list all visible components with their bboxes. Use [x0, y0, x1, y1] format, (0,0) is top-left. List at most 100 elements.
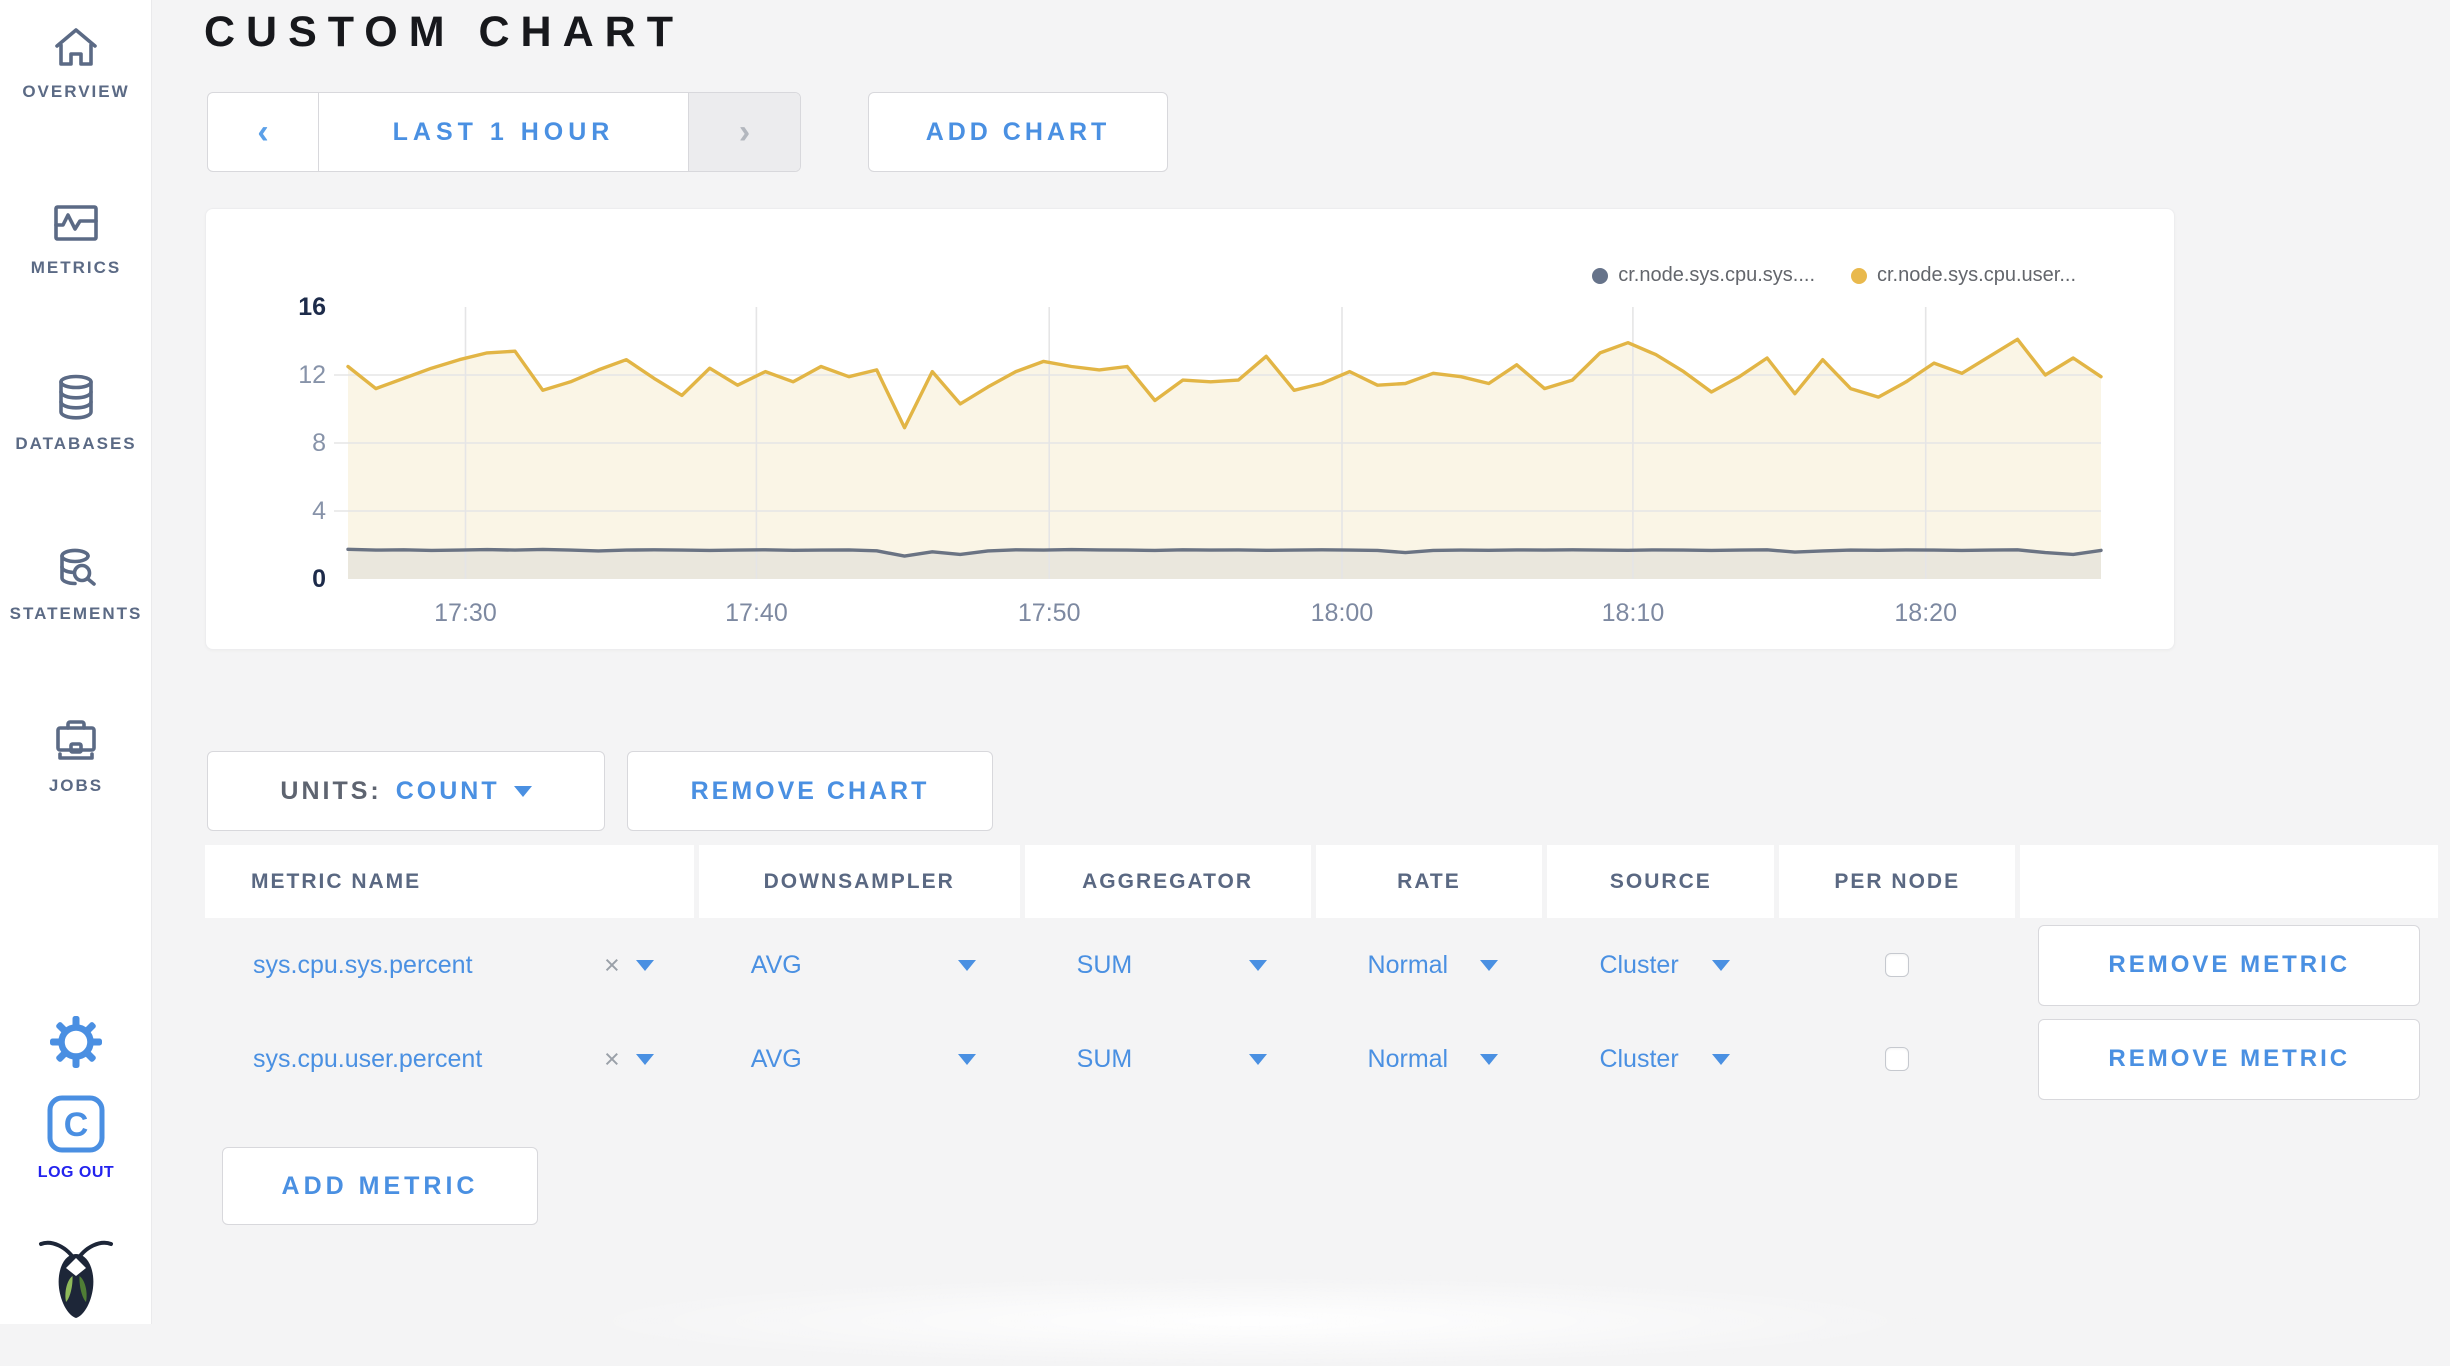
per-node-checkbox[interactable] — [1885, 953, 1910, 977]
metric-name-dropdown[interactable]: sys.cpu.user.percent × — [205, 1044, 694, 1075]
metrics-icon — [0, 198, 152, 248]
svg-text:18:20: 18:20 — [1894, 599, 1957, 627]
logout-c-icon: C — [0, 1092, 152, 1156]
add-metric-button[interactable]: ADD METRIC — [222, 1147, 538, 1225]
time-range-next-button[interactable]: › — [688, 93, 800, 171]
per-node-cell — [1779, 953, 2015, 977]
sidebar-item-logout[interactable]: C LOG OUT — [0, 1092, 152, 1182]
svg-text:4: 4 — [312, 497, 326, 525]
metric-name-value: sys.cpu.user.percent — [253, 1044, 483, 1073]
svg-text:17:30: 17:30 — [434, 599, 497, 627]
sidebar-item-label: JOBS — [48, 776, 104, 795]
actions-cell: REMOVE METRIC — [2020, 924, 2438, 1006]
remove-metric-button[interactable]: REMOVE METRIC — [2038, 1018, 2421, 1100]
units-dropdown[interactable]: UNITS: COUNT — [207, 751, 605, 831]
chevron-down-icon — [1480, 959, 1499, 971]
svg-text:18:00: 18:00 — [1311, 599, 1374, 627]
column-header-actions — [2020, 845, 2438, 918]
downsampler-dropdown[interactable]: AVG — [699, 1045, 1020, 1074]
sidebar-item-label: STATEMENTS — [9, 604, 143, 623]
column-header-downsampler: DOWNSAMPLER — [698, 845, 1020, 918]
column-header-source: SOURCE — [1547, 845, 1775, 918]
sidebar-item-statements[interactable]: STATEMENTS — [0, 542, 152, 624]
custom-chart-page: OVERVIEW METRICS DATABASES STATEMENTS JO… — [0, 0, 2450, 1366]
add-chart-button[interactable]: ADD CHART — [868, 92, 1168, 172]
remove-metric-button[interactable]: REMOVE METRIC — [2038, 924, 2421, 1006]
cockroach-logo[interactable] — [0, 1232, 152, 1320]
clear-metric-icon[interactable]: × — [604, 1044, 620, 1075]
per-node-cell — [1779, 1047, 2015, 1071]
downsampler-value: AVG — [750, 950, 802, 979]
sidebar-item-metrics[interactable]: METRICS — [0, 198, 152, 278]
svg-text:C: C — [64, 1106, 89, 1144]
aggregator-value: SUM — [1076, 1044, 1133, 1073]
databases-icon — [0, 372, 152, 424]
rate-value: Normal — [1367, 950, 1449, 979]
column-header-rate: RATE — [1315, 845, 1543, 918]
rate-value: Normal — [1367, 1044, 1449, 1073]
column-header-metric-name: METRIC NAME — [205, 845, 694, 918]
downsampler-dropdown[interactable]: AVG — [699, 951, 1020, 980]
chart-card: cr.node.sys.cpu.sys.... cr.node.sys.cpu.… — [205, 208, 2175, 650]
home-icon — [0, 22, 152, 72]
time-range-label[interactable]: LAST 1 HOUR — [319, 93, 688, 171]
time-range-prev-button[interactable]: ‹ — [208, 93, 319, 171]
units-label: UNITS: — [280, 776, 382, 805]
sidebar: OVERVIEW METRICS DATABASES STATEMENTS JO… — [0, 0, 152, 1324]
source-dropdown[interactable]: Cluster — [1547, 1045, 1774, 1074]
per-node-checkbox[interactable] — [1885, 1047, 1910, 1071]
svg-text:8: 8 — [312, 429, 326, 457]
column-header-per-node: PER NODE — [1779, 845, 2016, 918]
aggregator-dropdown[interactable]: SUM — [1025, 951, 1311, 980]
table-row: sys.cpu.user.percent × AVG SUM Normal Cl… — [205, 1012, 2438, 1106]
clear-metric-icon[interactable]: × — [604, 950, 620, 981]
source-value: Cluster — [1599, 950, 1679, 979]
source-dropdown[interactable]: Cluster — [1547, 951, 1774, 980]
statements-icon — [0, 542, 152, 594]
chevron-down-icon — [1480, 1053, 1499, 1065]
rate-dropdown[interactable]: Normal — [1316, 951, 1543, 980]
page-title: CUSTOM CHART — [204, 8, 684, 56]
metrics-table-header: METRIC NAME DOWNSAMPLER AGGREGATOR RATE … — [205, 845, 2438, 918]
remove-chart-button[interactable]: REMOVE CHART — [627, 751, 993, 831]
chevron-down-icon — [957, 1053, 976, 1065]
source-value: Cluster — [1599, 1044, 1679, 1073]
metrics-table: METRIC NAME DOWNSAMPLER AGGREGATOR RATE … — [205, 845, 2438, 1106]
rate-dropdown[interactable]: Normal — [1316, 1045, 1543, 1074]
chevron-right-icon: › — [738, 113, 751, 151]
downsampler-value: AVG — [750, 1044, 802, 1073]
chevron-down-icon — [635, 959, 654, 971]
sidebar-item-settings[interactable] — [0, 1014, 152, 1070]
chevron-down-icon — [1248, 1053, 1267, 1065]
svg-text:18:10: 18:10 — [1602, 599, 1665, 627]
actions-cell: REMOVE METRIC — [2020, 1018, 2438, 1100]
chevron-down-icon — [1712, 959, 1731, 971]
jobs-icon — [0, 714, 152, 766]
chevron-left-icon: ‹ — [257, 113, 269, 151]
sidebar-item-jobs[interactable]: JOBS — [0, 714, 152, 796]
svg-text:16: 16 — [298, 293, 326, 321]
svg-text:0: 0 — [312, 565, 326, 593]
sidebar-item-label: OVERVIEW — [22, 82, 130, 101]
logout-label: LOG OUT — [37, 1164, 115, 1181]
sidebar-item-overview[interactable]: OVERVIEW — [0, 22, 152, 102]
column-header-aggregator: AGGREGATOR — [1024, 845, 1311, 918]
sidebar-item-label: DATABASES — [15, 434, 137, 453]
chevron-down-icon — [1248, 959, 1267, 971]
bottom-scroll-shadow — [560, 1276, 1940, 1366]
chevron-down-icon — [1712, 1053, 1731, 1065]
units-value: COUNT — [395, 776, 500, 805]
time-range-selector: ‹ LAST 1 HOUR › — [207, 92, 801, 172]
gear-icon — [0, 1014, 152, 1070]
custom-chart-svg[interactable]: 0 4 8 12 16 17:30 17:40 17:50 18:00 18:10 18:20 — [206, 209, 2176, 651]
svg-text:17:50: 17:50 — [1018, 599, 1081, 627]
sidebar-item-databases[interactable]: DATABASES — [0, 372, 152, 454]
sidebar-item-label: METRICS — [30, 258, 122, 277]
aggregator-dropdown[interactable]: SUM — [1025, 1045, 1311, 1074]
chevron-down-icon — [635, 1053, 654, 1065]
aggregator-value: SUM — [1076, 950, 1133, 979]
metric-name-dropdown[interactable]: sys.cpu.sys.percent × — [205, 950, 694, 981]
svg-text:12: 12 — [298, 361, 326, 389]
svg-text:17:40: 17:40 — [725, 599, 788, 627]
metric-name-value: sys.cpu.sys.percent — [253, 950, 473, 979]
